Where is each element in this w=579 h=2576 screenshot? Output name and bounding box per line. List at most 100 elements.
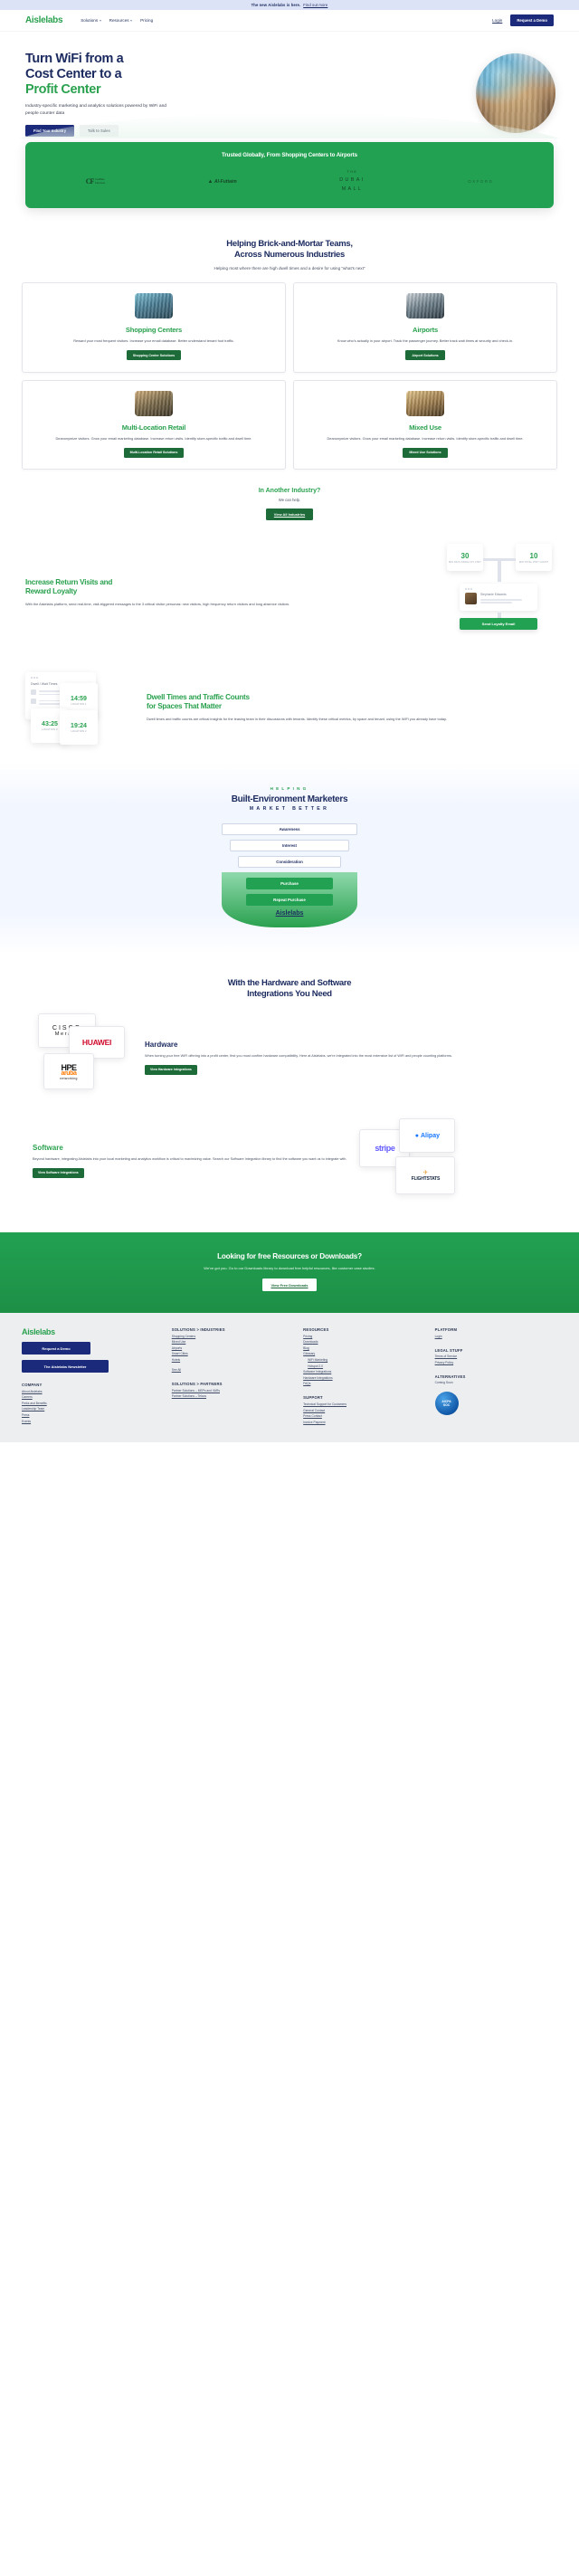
footer-newsletter-button[interactable]: The Aislelabs Newsletter	[22, 1360, 109, 1374]
footer-link[interactable]: Leadership Team	[22, 1407, 163, 1411]
send-loyalty-email-button[interactable]: Send Loyalty Email	[460, 618, 537, 631]
card-cta-button[interactable]: Multi-Location Retail Solutions	[123, 447, 185, 458]
footer-see-all-link[interactable]: See All	[172, 1368, 294, 1372]
footer-link[interactable]: Glossary	[303, 1352, 425, 1355]
funnel-step-consideration[interactable]: Consideration	[238, 856, 341, 869]
nav-item-resources[interactable]: Resources	[109, 18, 133, 23]
footer-link[interactable]: General Contact	[303, 1409, 425, 1412]
view-hardware-integrations-button[interactable]: View Hardware Integrations	[145, 1064, 197, 1075]
brand-logo[interactable]: Aislelabs	[25, 15, 63, 25]
industry-card-mixed-use[interactable]: Mixed Use Deanonymize visitors. Grow you…	[293, 379, 557, 471]
footer-link[interactable]: Careers	[22, 1395, 163, 1399]
hardware-logos: CISCO Meraki HUAWEI HPE aruba networking	[33, 1013, 132, 1102]
logo-cf-line2: Fairview	[94, 180, 106, 185]
logo-oxford: OXFORD	[468, 179, 494, 185]
funnel-step-repeat-purchase[interactable]: Repeat Purchase	[246, 894, 333, 907]
footer-link[interactable]: About Aislelabs	[22, 1390, 163, 1393]
visitor-profile-card: Stephanie Edwards	[460, 584, 537, 612]
logo-cf-mark: CF	[85, 177, 95, 186]
logo-cadillac-fairview: CF Cadillac Fairview	[86, 177, 105, 185]
footer-link[interactable]: Technical Support for Customers	[303, 1402, 425, 1406]
announcement-text: The new Aislelabs is here.	[251, 3, 301, 7]
loyalty-title-line1: Increase Return Visits and	[25, 578, 113, 587]
footer-link[interactable]: Partner Solutions – MSPs and VARs	[172, 1389, 294, 1393]
nav-item-solutions[interactable]: Solutions	[81, 18, 101, 23]
chevron-down-icon	[130, 19, 133, 22]
footer-link[interactable]: Events	[22, 1420, 163, 1423]
card-cta-button[interactable]: Shopping Center Solutions	[126, 350, 182, 361]
footer-link[interactable]: Terms of Service	[435, 1355, 557, 1358]
footer-link[interactable]: Privacy Policy	[435, 1361, 557, 1364]
software-body: Beyond hardware, integrating Aislelabs i…	[33, 1156, 347, 1161]
footer-heading-legal: LEGAL STUFF	[434, 1347, 463, 1353]
logo-al-futtaim-label: Al-Futtaim	[214, 178, 237, 185]
logo-flightstats-text: FLIGHTSTATS	[411, 1176, 441, 1183]
industries-grid: Shopping Centers Reward your most freque…	[22, 282, 557, 471]
footer-link[interactable]: Hotels	[172, 1358, 294, 1362]
footer-link[interactable]: Smart Cities	[172, 1352, 294, 1355]
cta-title: Looking for free Resources or Downloads?	[217, 1252, 362, 1261]
view-software-integrations-button[interactable]: View Software Integrations	[33, 1167, 84, 1178]
card-image	[135, 293, 173, 319]
industry-card-multi-location-retail[interactable]: Multi-Location Retail Deanonymize visito…	[22, 379, 286, 471]
footer-link[interactable]: Airports	[172, 1346, 294, 1350]
stat-visit-count-label: MIN TOTAL VISIT COUNT	[518, 560, 549, 564]
dwell-tile-label: LOCATION 3	[42, 727, 58, 731]
card-body: Know who's actually in your airport. Tra…	[337, 338, 514, 344]
footer-logo[interactable]: Aislelabs	[22, 1327, 163, 1336]
industry-card-airports[interactable]: Airports Know who's actually in your air…	[293, 282, 557, 373]
profile-row: Stephanie Edwards	[465, 592, 532, 604]
footer-link[interactable]: Mixed Use	[172, 1340, 294, 1344]
login-link[interactable]: Login	[492, 18, 502, 23]
card-body: Deanonymize visitors. Grow your email ma…	[55, 435, 252, 441]
funnel-step-awareness[interactable]: Awareness	[222, 823, 357, 836]
loyalty-body: With the Aislelabs platform, send real-t…	[25, 602, 290, 607]
view-free-downloads-button[interactable]: View Free Downloads	[262, 1278, 317, 1292]
card-title: Multi-Location Retail	[121, 423, 186, 432]
footer-link[interactable]: Login	[435, 1335, 557, 1338]
downloads-cta-section: Looking for free Resources or Downloads?…	[0, 1232, 579, 1314]
industries-section: Helping Brick-and-Mortar Teams, Across N…	[0, 239, 579, 521]
funnel-green-block: Purchase Repeat Purchase Aislelabs	[222, 872, 357, 928]
view-all-industries-button[interactable]: View All Industries	[265, 509, 314, 521]
funnel-subtitle: MARKET BETTER	[249, 806, 330, 813]
footer-link[interactable]: Shopping Centers	[172, 1335, 294, 1338]
footer-link[interactable]: FAQs	[303, 1382, 425, 1385]
card-title: Mixed Use	[409, 423, 441, 432]
footer-link[interactable]: Perks and Benefits	[22, 1402, 163, 1405]
card-cta-button[interactable]: Mixed Use Solutions	[403, 447, 448, 458]
window-dots-icon	[465, 588, 532, 590]
footer-platform-column: PLATFORM Login LEGAL STUFF Terms of Serv…	[434, 1327, 557, 1424]
footer-heading-platform: PLATFORM	[434, 1327, 458, 1333]
announcement-link[interactable]: Find out more	[303, 3, 327, 7]
footer-link[interactable]: Invoice Payment	[303, 1421, 425, 1424]
footer-link[interactable]: Press	[22, 1413, 163, 1417]
dwell-title-line2: for Spaces That Matter	[147, 702, 222, 711]
industry-card-shopping-centers[interactable]: Shopping Centers Reward your most freque…	[22, 282, 286, 373]
footer-link[interactable]: Blog	[303, 1346, 425, 1350]
dwell-tile-value: 14:59	[71, 695, 87, 702]
software-row: Software Beyond hardware, integrating Ai…	[0, 1117, 579, 1205]
site-footer: Aislelabs Request a Demo The Aislelabs N…	[0, 1313, 579, 1442]
software-logos: stripe ● Alipay ✈ FLIGHTSTATS	[359, 1117, 459, 1205]
footer-link[interactable]: Downloads	[303, 1340, 425, 1344]
funnel-step-interest[interactable]: Interest	[230, 840, 349, 852]
footer-link[interactable]: Hardware Integrations	[303, 1376, 425, 1380]
footer-request-demo-button[interactable]: Request a Demo	[22, 1342, 90, 1355]
footer-link[interactable]: Hotspot 2.0	[308, 1364, 425, 1368]
footer-link[interactable]: WiFi Marketing	[308, 1358, 425, 1362]
card-cta-button[interactable]: Airport Solutions	[405, 350, 445, 361]
funnel-step-purchase[interactable]: Purchase	[246, 878, 333, 890]
nav-item-pricing[interactable]: Pricing	[140, 18, 153, 23]
footer-link[interactable]: Pricing	[303, 1335, 425, 1338]
funnel-title: Built-Environment Marketers	[231, 794, 348, 805]
card-title: Airports	[413, 326, 438, 335]
footer-link[interactable]: Software Integrations	[303, 1370, 425, 1374]
logo-dubai-line2: DUBAI	[339, 176, 365, 183]
footer-coming-soon-text: Coming Soon	[434, 1381, 453, 1385]
footer-link[interactable]: Press Contact	[303, 1414, 425, 1418]
request-demo-button[interactable]: Request a Demo	[510, 14, 554, 26]
stat-min-days: 30 MIN DAYS SINCE 1ST VISIT	[447, 544, 483, 572]
footer-link[interactable]: Partner Solutions – Telcos	[172, 1394, 294, 1398]
card-image	[406, 390, 444, 416]
